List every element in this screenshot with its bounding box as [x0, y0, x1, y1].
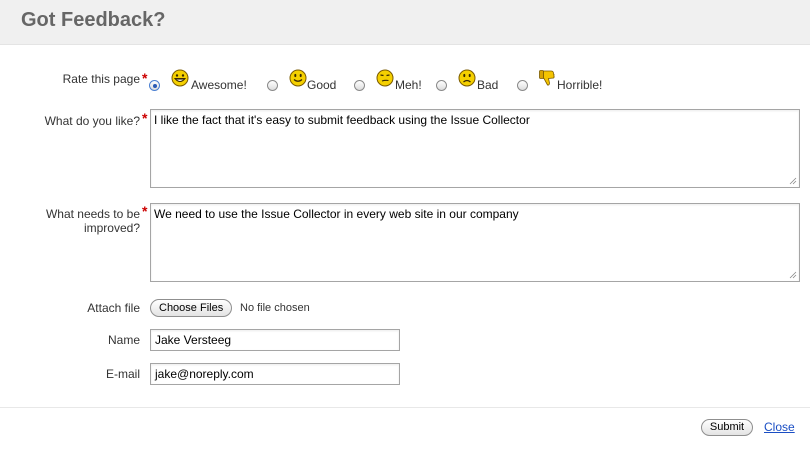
choose-files-button[interactable]: Choose Files [150, 299, 233, 317]
like-textarea-value: I like the fact that it's easy to submit… [154, 113, 530, 127]
like-required-mark: * [142, 110, 148, 126]
awesome-face-icon [171, 69, 189, 87]
rating-group: Awesome! Good Meh! Bad Horrible! [149, 69, 619, 95]
rating-label-bad: Bad [477, 78, 499, 92]
resize-grip-icon[interactable] [789, 271, 797, 279]
attach-label: Attach file [87, 301, 140, 315]
sad-face-icon [458, 69, 476, 87]
resize-grip-icon[interactable] [789, 177, 797, 185]
thumbs-down-icon [539, 70, 555, 86]
feedback-dialog: Got Feedback? Rate this page * Awesome! [0, 0, 810, 450]
name-input-value: Jake Versteeg [155, 333, 232, 347]
improve-required-mark: * [142, 203, 148, 219]
improve-textarea[interactable]: We need to use the Issue Collector in ev… [150, 203, 800, 282]
dialog-footer: Submit Close [0, 407, 810, 450]
rating-radio-good[interactable] [267, 80, 278, 91]
rating-radio-bad[interactable] [436, 80, 447, 91]
file-status: No file chosen [240, 302, 310, 314]
rating-label-horrible: Horrible! [557, 78, 603, 92]
name-input[interactable]: Jake Versteeg [150, 329, 400, 351]
close-link[interactable]: Close [764, 420, 795, 434]
smile-face-icon [289, 69, 307, 87]
rating-radio-horrible[interactable] [517, 80, 528, 91]
email-label: E-mail [105, 367, 140, 381]
email-input[interactable]: jake@noreply.com [150, 363, 400, 385]
rating-label: Rate this page [62, 72, 140, 86]
improve-textarea-value: We need to use the Issue Collector in ev… [154, 207, 519, 221]
like-label: What do you like? [44, 114, 140, 128]
name-label: Name [107, 333, 140, 347]
email-input-value: jake@noreply.com [155, 367, 254, 381]
submit-button[interactable]: Submit [701, 419, 753, 436]
dialog-header: Got Feedback? [0, 0, 810, 45]
rating-label-meh: Meh! [395, 78, 422, 92]
rating-radio-awesome[interactable] [149, 80, 160, 91]
rating-label-good: Good [307, 78, 337, 92]
rating-radio-meh[interactable] [354, 80, 365, 91]
improve-label: What needs to be improved? [45, 207, 140, 235]
meh-face-icon [376, 69, 394, 87]
like-textarea[interactable]: I like the fact that it's easy to submit… [150, 109, 800, 188]
dialog-title: Got Feedback? [21, 9, 166, 31]
rating-required-mark: * [142, 70, 148, 86]
rating-label-awesome: Awesome! [191, 78, 247, 92]
